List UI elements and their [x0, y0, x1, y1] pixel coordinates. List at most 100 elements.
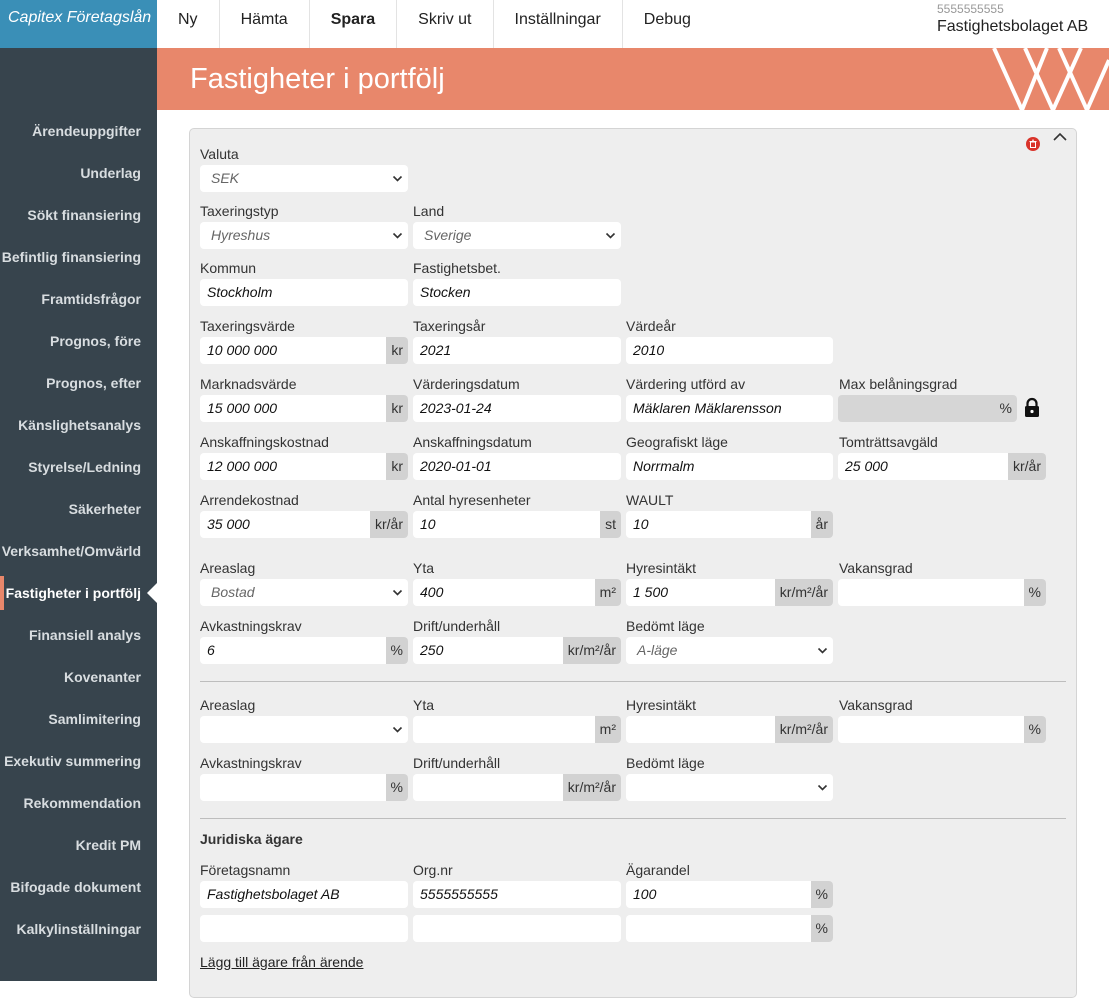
- select-valuta[interactable]: SEK: [200, 165, 408, 192]
- input-arrendekostnad[interactable]: 35 000 kr/år: [200, 511, 408, 538]
- unit-pct: %: [1023, 579, 1046, 606]
- active-notch: [147, 583, 157, 603]
- menu-save[interactable]: Spara: [310, 0, 398, 48]
- input-fastighetsbet[interactable]: Stocken: [413, 279, 621, 306]
- input-drift-2[interactable]: kr/m²/år: [413, 774, 621, 801]
- sidebar: Ärendeuppgifter Underlag Sökt finansieri…: [0, 48, 157, 981]
- input-agarandel-2[interactable]: %: [626, 915, 833, 942]
- input-drift[interactable]: 250 kr/m²/år: [413, 637, 621, 664]
- sidebar-item-prognos-efter[interactable]: Prognos, efter: [46, 375, 141, 391]
- sidebar-item-kredit-pm[interactable]: Kredit PM: [76, 837, 141, 853]
- input-marknadsvarde[interactable]: 15 000 000 kr: [200, 395, 408, 422]
- unit-kr-ar: kr/år: [1008, 453, 1046, 480]
- input-vakansgrad-2[interactable]: %: [838, 716, 1046, 743]
- label-agarandel: Ägarandel: [626, 862, 690, 878]
- menu-open[interactable]: Hämta: [220, 0, 310, 48]
- input-varderingsdatum[interactable]: 2023-01-24: [413, 395, 621, 422]
- select-valuta-value: SEK: [211, 170, 240, 186]
- sidebar-item-sakerheter[interactable]: Säkerheter: [69, 501, 141, 517]
- input-foretagsnamn-2[interactable]: [200, 915, 408, 942]
- input-taxeringsvarde[interactable]: 10 000 000 kr: [200, 337, 408, 364]
- sidebar-item-rekommendation[interactable]: Rekommendation: [24, 795, 141, 811]
- input-yta[interactable]: 400 m²: [413, 579, 621, 606]
- trash-icon[interactable]: [1026, 137, 1040, 151]
- select-taxeringstyp[interactable]: Hyreshus: [200, 222, 408, 249]
- input-agarandel[interactable]: 100 %: [626, 881, 833, 908]
- top-menu: Ny Hämta Spara Skriv ut Inställningar De…: [157, 0, 712, 48]
- select-bedomt-lage[interactable]: A-läge: [626, 637, 833, 664]
- select-bedomt-lage-value: A-läge: [637, 642, 678, 658]
- menu-settings[interactable]: Inställningar: [494, 0, 623, 48]
- input-yta-2[interactable]: m²: [413, 716, 621, 743]
- sidebar-item-fastigheter-i-portfolj[interactable]: Fastigheter i portfölj: [6, 585, 141, 601]
- menu-debug[interactable]: Debug: [623, 0, 712, 48]
- input-avkastningskrav[interactable]: 6 %: [200, 637, 408, 664]
- sidebar-item-framtidsfragor[interactable]: Framtidsfrågor: [41, 291, 141, 307]
- chevron-up-icon[interactable]: [1052, 131, 1068, 143]
- label-kommun: Kommun: [200, 260, 257, 276]
- unit-ar: år: [810, 511, 833, 538]
- sidebar-item-exekutiv-summering[interactable]: Exekutiv summering: [4, 753, 141, 769]
- input-orgnr[interactable]: 5555555555: [413, 881, 621, 908]
- label-avkastningskrav: Avkastningskrav: [200, 755, 302, 771]
- chevron-down-icon: [392, 175, 403, 182]
- input-anskaffningskostnad[interactable]: 12 000 000 kr: [200, 453, 408, 480]
- add-owner-link[interactable]: Lägg till ägare från ärende: [200, 954, 363, 970]
- sidebar-item-befintlig-finansiering[interactable]: Befintlig finansiering: [2, 249, 141, 265]
- sidebar-item-arendeuppgifter[interactable]: Ärendeuppgifter: [32, 123, 141, 139]
- label-vakansgrad: Vakansgrad: [839, 560, 913, 576]
- unit-kr-m2-ar: kr/m²/år: [562, 774, 621, 801]
- sidebar-item-sokt-finansiering[interactable]: Sökt finansiering: [27, 207, 141, 223]
- sidebar-item-kalkylinstallningar[interactable]: Kalkylinställningar: [17, 921, 141, 937]
- input-geografiskt-lage[interactable]: Norrmalm: [626, 453, 833, 480]
- label-foretagsnamn: Företagsnamn: [200, 862, 291, 878]
- sidebar-item-verksamhet-omvarld[interactable]: Verksamhet/Omvärld: [2, 543, 141, 559]
- unit-m2: m²: [594, 716, 621, 743]
- unit-kr-m2-ar: kr/m²/år: [774, 716, 833, 743]
- page-title: Fastigheter i portfölj: [190, 63, 445, 95]
- sidebar-item-kanslighetsanalys[interactable]: Känslighetsanalys: [18, 417, 141, 433]
- input-agarandel-value: 100: [633, 886, 657, 902]
- select-land[interactable]: Sverige: [413, 222, 621, 249]
- sidebar-item-kovenanter[interactable]: Kovenanter: [64, 669, 141, 685]
- label-varderingsdatum: Värderingsdatum: [413, 376, 520, 392]
- menu-print[interactable]: Skriv ut: [397, 0, 494, 48]
- input-vakansgrad[interactable]: %: [838, 579, 1046, 606]
- input-taxeringsar[interactable]: 2021: [413, 337, 621, 364]
- input-arrendekostnad-value: 35 000: [207, 516, 250, 532]
- label-bedomt-lage: Bedömt läge: [626, 755, 705, 771]
- sidebar-item-finansiell-analys[interactable]: Finansiell analys: [29, 627, 141, 643]
- input-hyresintakt-2[interactable]: kr/m²/år: [626, 716, 833, 743]
- input-vardering-utford[interactable]: Mäklaren Mäklarensson: [626, 395, 833, 422]
- input-avkastningskrav-2[interactable]: %: [200, 774, 408, 801]
- input-wault[interactable]: 10 år: [626, 511, 833, 538]
- input-anskaffningsdatum[interactable]: 2020-01-01: [413, 453, 621, 480]
- menu-new[interactable]: Ny: [157, 0, 220, 48]
- unit-pct: %: [1023, 716, 1046, 743]
- input-vardear[interactable]: 2010: [626, 337, 833, 364]
- page-header: Fastigheter i portfölj: [157, 48, 1109, 110]
- input-hyresintakt[interactable]: 1 500 kr/m²/år: [626, 579, 833, 606]
- input-antal-hyresenheter[interactable]: 10 st: [413, 511, 621, 538]
- input-kommun[interactable]: Stockholm: [200, 279, 408, 306]
- sidebar-item-prognos-fore[interactable]: Prognos, före: [50, 333, 141, 349]
- input-foretagsnamn-value: Fastighetsbolaget AB: [207, 886, 340, 902]
- input-drift-value: 250: [420, 642, 444, 658]
- sidebar-item-bifogade-dokument[interactable]: Bifogade dokument: [10, 879, 141, 895]
- input-orgnr-2[interactable]: [413, 915, 621, 942]
- input-tomtrattsavgald[interactable]: 25 000 kr/år: [838, 453, 1046, 480]
- input-foretagsnamn[interactable]: Fastighetsbolaget AB: [200, 881, 408, 908]
- sidebar-item-styrelse-ledning[interactable]: Styrelse/Ledning: [28, 459, 141, 475]
- unit-pct: %: [810, 915, 833, 942]
- lock-icon[interactable]: [1023, 397, 1041, 419]
- sidebar-item-samlimitering[interactable]: Samlimitering: [48, 711, 141, 727]
- select-areaslag[interactable]: Bostad: [200, 579, 408, 606]
- select-bedomt-lage-2[interactable]: [626, 774, 833, 801]
- unit-kr: kr: [386, 453, 408, 480]
- input-taxeringsvarde-value: 10 000 000: [207, 342, 278, 358]
- input-taxeringsar-value: 2021: [420, 342, 452, 358]
- input-max-belaningsgrad: %: [838, 395, 1017, 422]
- input-geografiskt-lage-value: Norrmalm: [633, 458, 695, 474]
- select-areaslag-2[interactable]: [200, 716, 408, 743]
- sidebar-item-underlag[interactable]: Underlag: [80, 165, 141, 181]
